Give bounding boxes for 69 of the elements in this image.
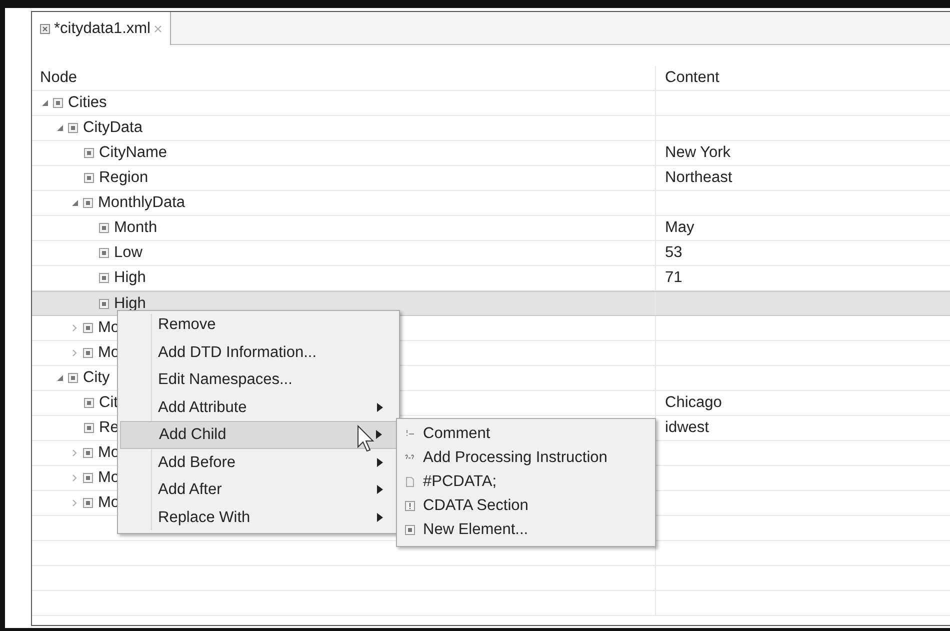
menu-item[interactable]: Add Processing Instruction (397, 446, 655, 470)
tree-row[interactable]: CityName New York (32, 141, 950, 166)
element-icon (83, 198, 93, 208)
node-name: MonthlyData (98, 193, 186, 214)
submenu-arrow-icon (377, 512, 383, 522)
menu-item[interactable]: Add DTD Information... (120, 338, 397, 366)
element-icon (83, 473, 93, 483)
tree-row[interactable]: Cities (32, 91, 950, 116)
menu-item[interactable]: Add Child (120, 421, 397, 448)
element-icon (405, 525, 415, 535)
node-content: 71 (665, 269, 682, 286)
element-icon (99, 223, 109, 233)
tree-row[interactable]: Month May (32, 216, 950, 241)
column-header: Content (665, 69, 720, 86)
tree-row[interactable]: MonthlyData (32, 191, 950, 216)
cdata-icon (405, 501, 415, 511)
node-content: 53 (665, 244, 682, 262)
element-icon (83, 498, 93, 508)
submenu-arrow-icon (377, 485, 383, 494)
element-icon (99, 298, 109, 308)
editor-tab[interactable]: *citydata1.xml (32, 12, 172, 45)
submenu-arrow-icon (377, 458, 383, 467)
comment-icon (405, 429, 415, 439)
node-name: Region (99, 168, 148, 188)
element-icon (68, 373, 78, 383)
menu-item[interactable]: Edit Namespaces... (120, 366, 397, 394)
menu-item[interactable]: Add Before (120, 448, 397, 476)
node-name: High (114, 268, 146, 288)
element-icon (84, 148, 94, 158)
node-content: May (665, 219, 694, 236)
node-name: Cities (68, 93, 107, 114)
tree-row[interactable]: CityData (32, 116, 950, 141)
node-content: Northeast (665, 169, 732, 186)
element-icon (83, 348, 93, 358)
element-icon (99, 273, 109, 283)
tree-row[interactable]: Low 53 (32, 241, 950, 266)
menu-item[interactable]: CDATA Section (397, 494, 655, 518)
menu-item[interactable]: Replace With (120, 504, 397, 531)
node-content: Chicago (665, 394, 722, 412)
menu-item[interactable]: #PCDATA; (397, 470, 655, 494)
node-content: idwest (665, 419, 709, 436)
menu-item[interactable]: Comment (397, 422, 655, 446)
column-header: Node (40, 68, 78, 88)
tree-row[interactable]: Region Northeast (32, 166, 950, 191)
pcdata-icon (405, 477, 415, 487)
file-icon (40, 24, 50, 34)
node-name: High (114, 294, 146, 314)
submenu-arrow-icon (377, 402, 383, 412)
node-name: CityName (99, 143, 168, 164)
tree-row[interactable]: High (32, 291, 950, 316)
node-name: Month (114, 218, 158, 238)
menu-item[interactable]: Add After (120, 476, 397, 504)
element-icon (99, 248, 109, 258)
element-icon (84, 173, 94, 183)
node-content: New York (665, 144, 730, 162)
node-name: City (83, 368, 110, 388)
mouse-pointer-icon (357, 425, 376, 453)
submenu-arrow-icon (376, 430, 382, 440)
element-icon (84, 398, 94, 408)
element-icon (84, 423, 94, 433)
menu-item[interactable]: New Element... (397, 518, 655, 542)
element-icon (68, 123, 78, 133)
element-icon (83, 323, 93, 333)
element-icon (83, 448, 93, 458)
element-icon (53, 98, 63, 108)
close-icon (154, 24, 162, 32)
node-name: Cit (99, 393, 118, 414)
node-name: Low (114, 243, 142, 264)
node-name: CityData (83, 118, 142, 138)
